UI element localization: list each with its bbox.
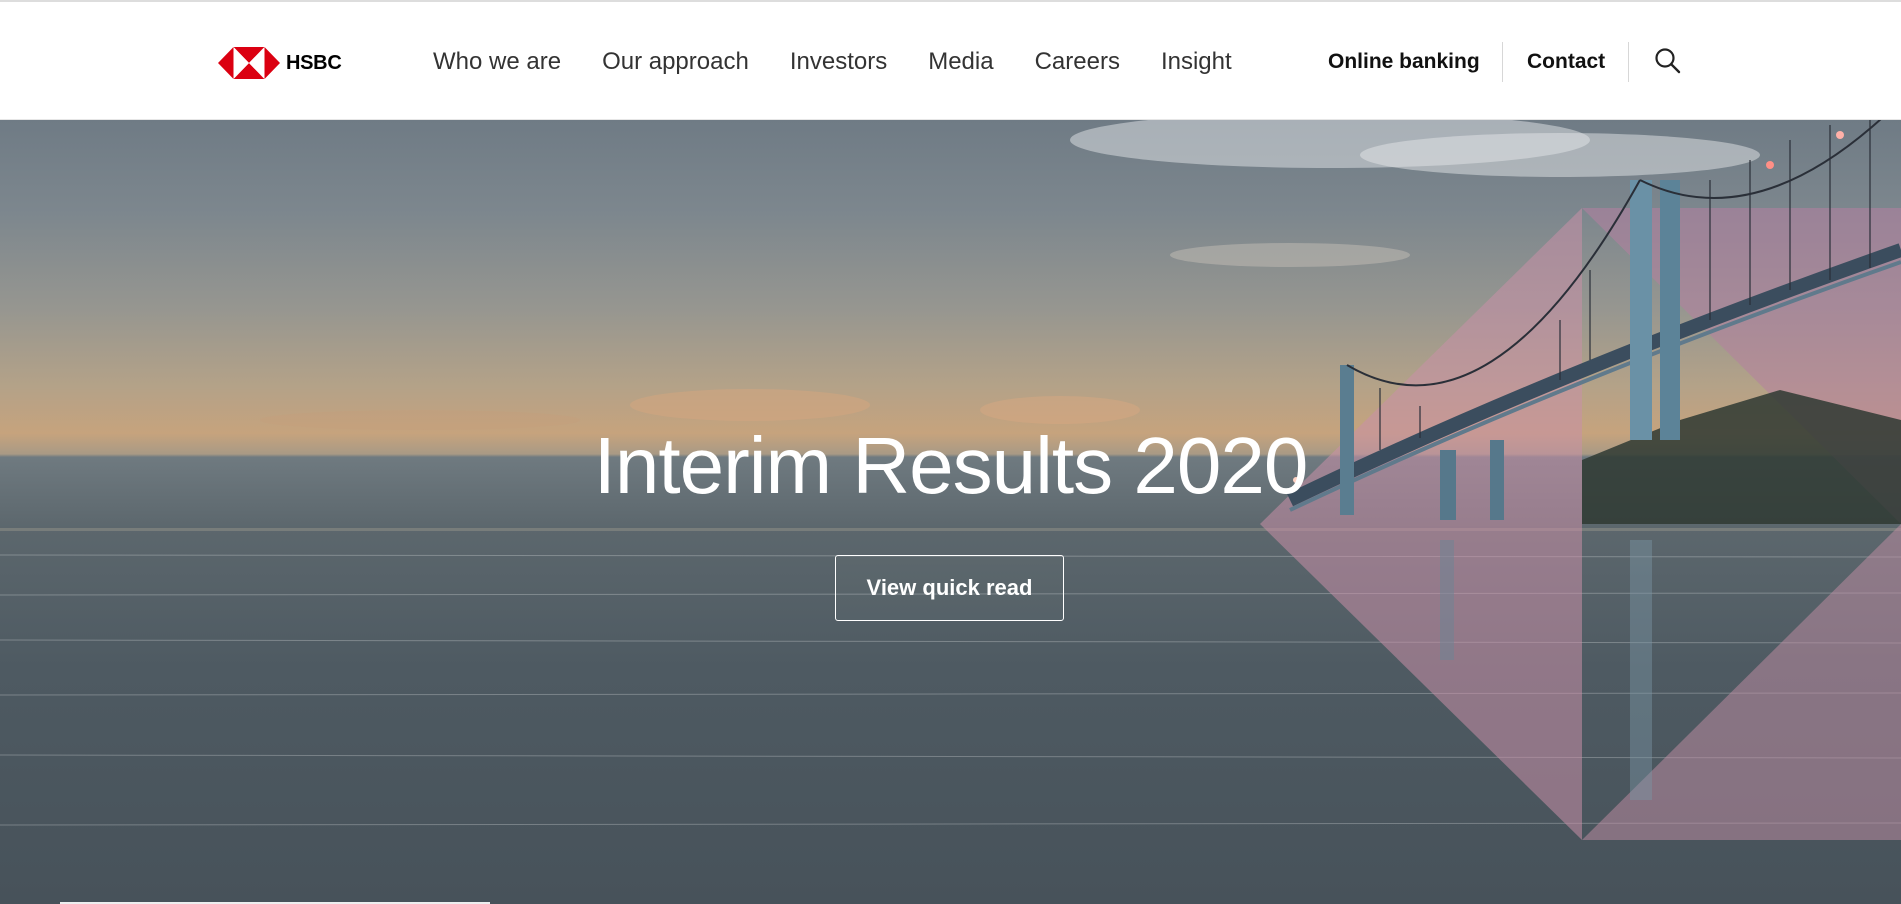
- nav-item-insight[interactable]: Insight: [1161, 48, 1232, 76]
- nav-item-who-we-are[interactable]: Who we are: [433, 48, 561, 76]
- contact-wrapper: Contact: [1527, 2, 1605, 122]
- bridge-hexagon-artwork: [1260, 120, 1901, 840]
- hexagon-logo-icon: [218, 47, 280, 79]
- search-button[interactable]: [1653, 46, 1683, 76]
- nav-item-careers[interactable]: Careers: [1035, 48, 1120, 76]
- nav-item-our-approach[interactable]: Our approach: [602, 48, 749, 76]
- hero-banner: Interim Results 2020 View quick read: [0, 120, 1901, 904]
- utility-separator-2: [1628, 2, 1629, 122]
- search-icon: [1655, 48, 1681, 74]
- online-banking-link[interactable]: Online banking: [1328, 50, 1480, 74]
- view-quick-read-button[interactable]: View quick read: [835, 555, 1064, 621]
- divider: [1628, 42, 1629, 82]
- logo-wordmark: HSBC: [286, 51, 342, 74]
- utility-separator-1: [1502, 2, 1503, 122]
- nav-item-investors[interactable]: Investors: [790, 48, 887, 76]
- hsbc-logo[interactable]: HSBC: [218, 46, 342, 80]
- main-nav: Who we are Our approach Investors Media …: [433, 2, 1232, 122]
- hero-title: Interim Results 2020: [593, 421, 1309, 510]
- online-banking-wrapper: Online banking: [1328, 2, 1480, 122]
- site-header: HSBC Who we are Our approach Investors M…: [0, 0, 1901, 120]
- divider: [1502, 42, 1503, 82]
- contact-link[interactable]: Contact: [1527, 50, 1605, 74]
- nav-item-media[interactable]: Media: [928, 48, 993, 76]
